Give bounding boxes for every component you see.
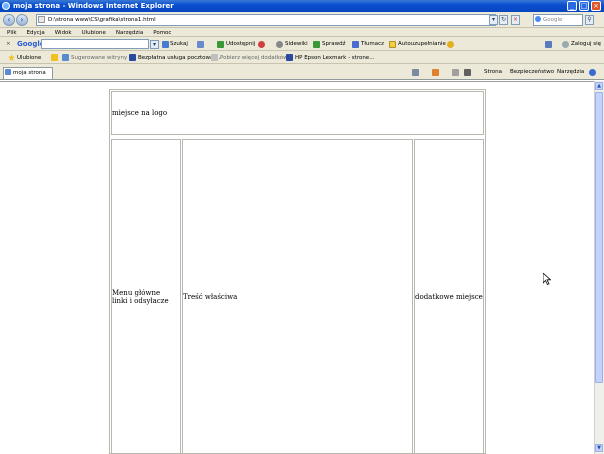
google-search-button[interactable]: Szukaj [170,38,188,50]
autofill-button[interactable]: Autouzupełnianie [398,38,446,50]
safety-menu[interactable]: Bezpieczeństwo [510,66,554,78]
bookmark-icon[interactable] [197,41,204,48]
menu-view[interactable]: Widok [55,30,72,36]
menu-cell: Menu główne linki i odsyłacze [111,139,181,454]
tools-menu[interactable]: Narzędzia [557,66,584,78]
ie-icon [2,2,10,10]
read-mail-icon[interactable] [452,69,459,76]
maximize-button[interactable]: □ [579,1,589,11]
stop-icon[interactable]: × [511,15,520,25]
signin-button[interactable]: Zaloguj się [571,38,601,50]
refresh-icon[interactable]: ↻ [499,15,508,25]
content-placeholder-text: Treść właściwa [183,292,238,301]
suggested-sites-icon [62,54,69,61]
mail-icon [129,54,136,61]
menu-edit[interactable]: Edycja [27,30,45,36]
translate-icon [352,41,359,48]
check-button[interactable]: Sprawdź [322,38,346,50]
close-button[interactable]: × [591,1,601,11]
bookmarks-icon[interactable] [258,41,265,48]
wrench-icon[interactable] [545,41,552,48]
extra-placeholder-text: dodatkowe miejsce [415,292,483,301]
menu-bar: Plik Edycja Widok Ulubione Narzędzia Pomoc [0,28,604,37]
print-icon[interactable] [464,69,471,76]
menu-tools[interactable]: Narzędzia [116,30,143,36]
autofill-icon [389,41,396,48]
favorites-button[interactable]: Ulubione [17,52,41,64]
fav-item-addons[interactable]: Pobierz więcej dodatków [220,52,288,64]
sidewiki-icon [276,41,283,48]
fav-item-hp[interactable]: HP Epson Lexmark - strone... [295,52,374,64]
address-dropdown-icon[interactable]: ▾ [489,15,498,25]
scroll-thumb[interactable] [595,92,603,383]
search-icon[interactable]: ⚲ [585,15,594,25]
fav-item-mail[interactable]: Bezpłatna usługa pocztowa ... [138,52,220,64]
mouse-cursor-icon [543,273,551,285]
page-menu[interactable]: Strona [484,66,502,78]
extra-cell: dodatkowe miejsce [414,139,484,454]
hp-icon [286,54,293,61]
sidewiki-button[interactable]: Sidewiki [285,38,308,50]
menu-line-main: Menu główne [112,288,161,297]
back-button[interactable]: ‹ [3,14,15,26]
spellcheck-icon [313,41,320,48]
menu-placeholder-text: Menu główne linki i odsyłacze [112,289,169,305]
close-toolbar-icon[interactable]: × [6,38,11,50]
google-search-field[interactable] [41,39,149,49]
menu-line-links: linki i odsyłacze [112,296,169,305]
share-button[interactable]: Udostępnij [226,38,255,50]
feeds-icon[interactable] [432,69,439,76]
translate-button[interactable]: Tłumacz [361,38,384,50]
menu-file[interactable]: Plik [7,30,17,36]
search-button-icon [162,41,169,48]
menu-help[interactable]: Pomoc [153,30,171,36]
addons-icon [211,54,218,61]
scroll-up-arrow[interactable]: ▲ [595,82,603,90]
home-icon[interactable] [412,69,419,76]
forward-button[interactable]: › [16,14,28,26]
minimize-button[interactable]: _ [567,1,577,11]
tab-page-icon [5,69,11,75]
scroll-down-arrow[interactable]: ▼ [595,444,603,452]
logo-placeholder-text: miejsce na logo [112,109,168,117]
add-favorite-icon[interactable] [51,54,58,61]
logo-cell: miejsce na logo [111,91,484,135]
google-search-icon [535,16,541,22]
fav-item-suggested[interactable]: Sugerowane witryny [71,52,127,64]
window-title: moja strona - Windows Internet Explorer [13,2,174,10]
page-icon [38,16,45,23]
window-title-bar: moja strona - Windows Internet Explorer [0,0,604,12]
content-cell: Treść właściwa [182,139,413,454]
share-icon [217,41,224,48]
help-icon[interactable] [589,69,596,76]
user-icon [562,41,569,48]
google-dropdown-icon[interactable]: ▾ [150,40,159,49]
address-field[interactable]: D:\strona www\CS\grafika\strona1.html [36,14,496,26]
menu-favorites[interactable]: Ulubione [82,30,106,36]
pencil-icon[interactable] [447,41,454,48]
